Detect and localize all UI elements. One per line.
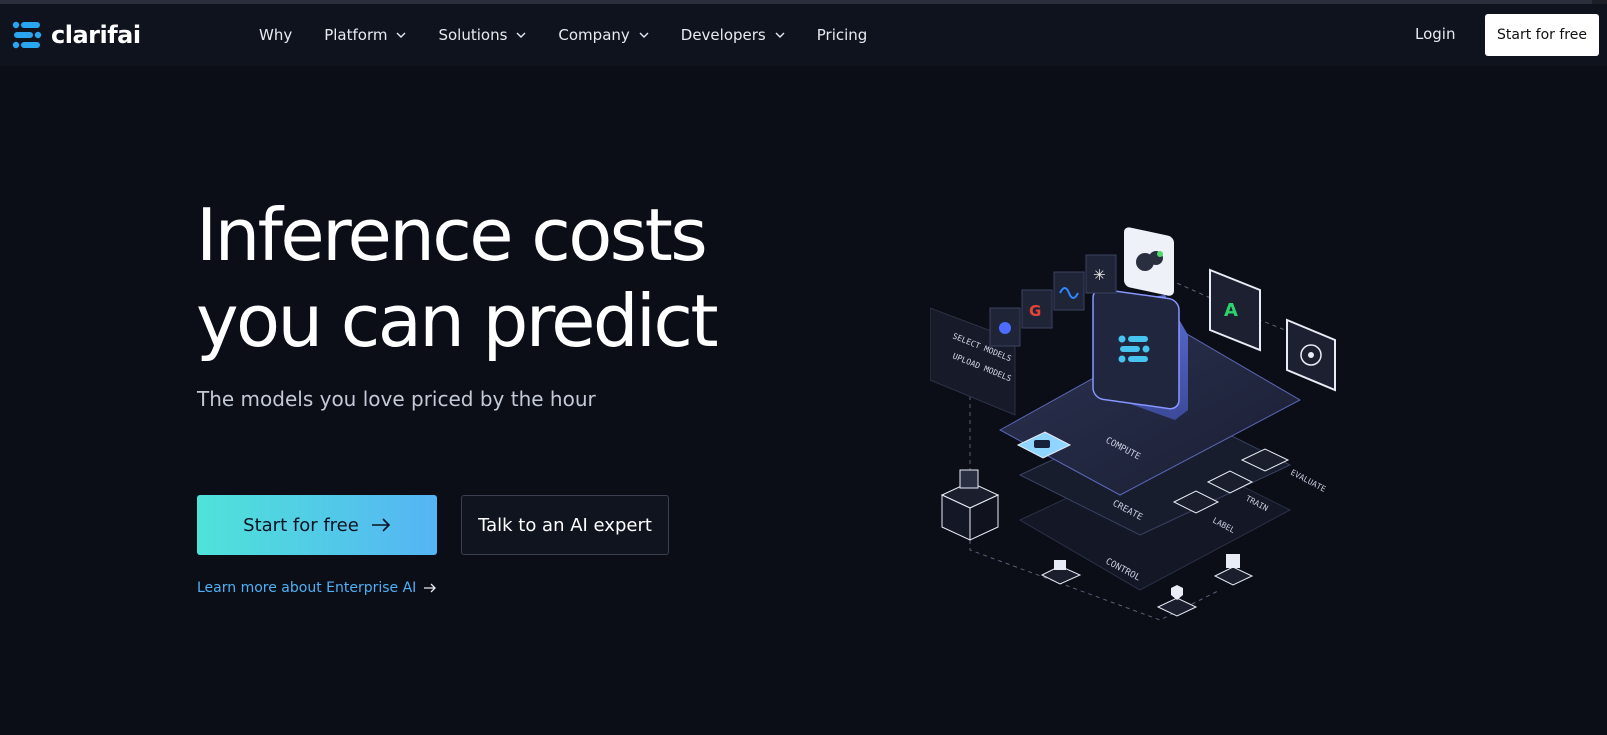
nav-platform-label: Platform <box>324 26 388 44</box>
nav-developers[interactable]: Developers <box>681 26 785 44</box>
start-free-label: Start for free <box>243 514 359 536</box>
start-free-button[interactable]: Start for free <box>197 495 437 555</box>
shield-node <box>1156 585 1198 617</box>
chevron-down-icon <box>396 32 406 38</box>
lock-icon <box>1054 560 1066 570</box>
site-header: clarifai Why Platform Solutions Company … <box>0 4 1607 66</box>
hero-subtitle: The models you love priced by the hour <box>197 387 596 411</box>
arrow-right-icon <box>371 518 390 532</box>
nav-company-label: Company <box>558 26 630 44</box>
header-start-free-button[interactable]: Start for free <box>1485 14 1599 56</box>
amd-icon: A <box>1224 300 1238 321</box>
sparkle-icon: ✳ <box>1093 266 1106 284</box>
chevron-down-icon <box>639 32 649 38</box>
evaluate-label: EVALUATE <box>1289 468 1327 494</box>
nav-why[interactable]: Why <box>259 26 292 44</box>
status-dot <box>1157 251 1163 257</box>
brand-name: clarifai <box>51 21 141 49</box>
nav-platform[interactable]: Platform <box>324 26 406 44</box>
google-icon: G <box>1029 302 1041 320</box>
nav-pricing[interactable]: Pricing <box>817 26 868 44</box>
shield-icon <box>1171 585 1183 600</box>
chevron-down-icon <box>775 32 785 38</box>
login-link[interactable]: Login <box>1415 25 1455 43</box>
arrow-right-icon <box>424 583 437 593</box>
nav-pricing-label: Pricing <box>816 26 868 44</box>
main-nav: Why Platform Solutions Company Developer… <box>259 4 899 66</box>
nav-developers-label: Developers <box>680 26 766 44</box>
nav-solutions[interactable]: Solutions <box>438 26 526 44</box>
kubernetes-block <box>1286 318 1336 392</box>
outside-cube <box>940 469 1000 541</box>
nav-company[interactable]: Company <box>558 26 649 44</box>
nav-solutions-label: Solutions <box>438 26 508 44</box>
learn-more-link[interactable]: Learn more about Enterprise AI <box>197 580 437 596</box>
clarifai-core-cube <box>1092 288 1188 420</box>
clarifai-logo-icon <box>1118 335 1150 363</box>
bar-chart-icon <box>1226 554 1240 568</box>
hero-title-line-2: you can predict <box>196 279 719 363</box>
chart-node <box>1213 554 1254 586</box>
clarifai-logo-icon <box>12 21 42 49</box>
whale-icon <box>999 322 1011 334</box>
talk-to-expert-button[interactable]: Talk to an AI expert <box>461 495 669 555</box>
clarifai-logo[interactable]: clarifai <box>12 20 141 50</box>
hero-title: Inference costs you can predict <box>196 192 816 364</box>
learn-more-label: Learn more about Enterprise AI <box>197 580 417 596</box>
amd-block: A <box>1209 268 1261 352</box>
cloud-block <box>1124 227 1174 296</box>
hero-title-line-1: Inference costs <box>196 193 708 277</box>
chevron-down-icon <box>516 32 526 38</box>
robot-icon <box>1034 440 1050 448</box>
lock-node <box>1040 560 1082 585</box>
nav-why-label: Why <box>259 26 293 44</box>
platform-illustration: CONTROL CREATE COMPUTE SELECT MODELS UPL… <box>930 227 1336 621</box>
